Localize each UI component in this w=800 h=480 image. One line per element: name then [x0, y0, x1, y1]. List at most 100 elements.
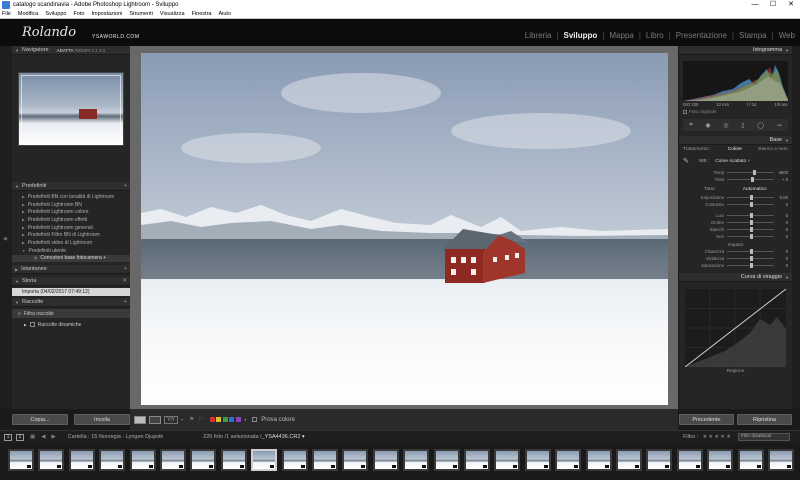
navigator-viewport-frame[interactable]: [21, 75, 121, 143]
slider-track[interactable]: [727, 249, 774, 254]
dropdown-arrow-icon[interactable]: ▾: [181, 417, 183, 422]
tone-curve-header[interactable]: Curva di viraggio ▼: [679, 273, 792, 282]
history-step[interactable]: Importa (04/02/2017 07:49:12): [12, 288, 130, 297]
eyedropper-icon[interactable]: ✎: [683, 157, 689, 165]
slider-track[interactable]: [727, 234, 774, 239]
filmstrip-thumbnail[interactable]: [555, 449, 582, 471]
filter-select[interactable]: Filtri disattivati: [738, 433, 790, 441]
filmstrip-thumbnail[interactable]: [707, 449, 734, 471]
vibrance-slider[interactable]: Vividezza 0: [679, 255, 792, 262]
preset-folder[interactable]: ▼ Predefiniti utente: [12, 247, 130, 255]
slider-value[interactable]: 0: [774, 234, 788, 239]
filter-collections-field[interactable]: ⌕ Filtra raccolte: [12, 309, 130, 319]
filmstrip-thumbnail[interactable]: [403, 449, 430, 471]
slider-value[interactable]: 0: [774, 249, 788, 254]
tone-curve-graph[interactable]: [684, 288, 787, 368]
crop-tool-icon[interactable]: ⌗: [689, 122, 692, 129]
module-presentazione[interactable]: Presentazione: [671, 31, 732, 40]
histogram-chart[interactable]: [683, 61, 788, 101]
original-photo-toggle[interactable]: Foto originale: [683, 109, 788, 114]
filmstrip-thumbnail[interactable]: [129, 449, 156, 471]
add-collection-icon[interactable]: +: [124, 299, 127, 305]
filmstrip-thumbnail[interactable]: [616, 449, 642, 471]
slider-knob[interactable]: [749, 234, 753, 239]
filmstrip-thumbnail[interactable]: [251, 449, 278, 471]
menu-strumenti[interactable]: Strumenti: [129, 11, 153, 17]
filmstrip-thumbnail[interactable]: [220, 449, 247, 471]
navigator-preview[interactable]: [18, 72, 124, 146]
preset-folder[interactable]: ▶ Predefiniti Lightroom BN: [12, 201, 130, 209]
temp-slider[interactable]: Temp 4600: [679, 169, 792, 176]
loupe-photo[interactable]: [141, 53, 668, 405]
purple-label-icon[interactable]: [235, 417, 241, 422]
right-panel-toggle[interactable]: [792, 46, 800, 409]
tint-slider[interactable]: Tinta + 5: [679, 176, 792, 183]
current-filename[interactable]: _YSA4436.CR2 ▾: [262, 434, 305, 440]
slider-knob[interactable]: [751, 177, 755, 182]
navigator-header[interactable]: ▼ Navigatore ADATTA RIEMPI 1:1 2:1: [12, 46, 130, 55]
preset-folder[interactable]: ▶ Predefiniti BN con tonalità di Lightroo…: [12, 193, 130, 201]
wb-select[interactable]: Come scattato ÷: [715, 159, 750, 164]
preset-item[interactable]: ▤ Correzioni base fotocamera +: [12, 254, 130, 263]
filmstrip-thumbnail[interactable]: [312, 449, 338, 471]
whites-slider[interactable]: Bianchi 0: [679, 226, 792, 233]
filmstrip-thumbnail[interactable]: [99, 449, 126, 471]
exposure-slider[interactable]: Esposizione 0,00: [679, 194, 792, 201]
adjustment-brush-icon[interactable]: ⊸: [777, 122, 782, 129]
filmstrip-thumbnail[interactable]: [737, 449, 764, 471]
slider-knob[interactable]: [749, 213, 753, 218]
filmstrip-thumbnail[interactable]: [342, 449, 369, 471]
filmstrip-thumbnail[interactable]: [768, 449, 794, 471]
preset-folder[interactable]: ▶ Predefiniti Filtro BN di Lightroom: [12, 231, 130, 239]
rating-filter[interactable]: ★★★★★: [702, 434, 732, 440]
menu-foto[interactable]: Foto: [73, 11, 84, 17]
zoom-fit[interactable]: ADATTA: [57, 48, 74, 53]
forward-arrow-icon[interactable]: ▶: [51, 434, 55, 440]
spot-removal-icon[interactable]: ◉: [705, 122, 710, 129]
slider-track[interactable]: [727, 202, 774, 207]
yellow-label-icon[interactable]: [216, 417, 222, 422]
filmstrip-thumbnail[interactable]: [8, 449, 34, 471]
menu-file[interactable]: File: [2, 11, 11, 17]
before-after-button[interactable]: [149, 415, 161, 424]
filmstrip-thumbnail[interactable]: [372, 449, 399, 471]
filmstrip-thumbnail[interactable]: [160, 449, 186, 471]
menu-modifica[interactable]: Modifica: [18, 11, 38, 17]
grid-view-icon[interactable]: ▦: [30, 434, 35, 440]
menu-impostazioni[interactable]: Impostazioni: [91, 11, 122, 17]
slider-value[interactable]: 0: [774, 220, 788, 225]
second-window-button[interactable]: 2: [16, 433, 24, 441]
slider-knob[interactable]: [752, 170, 756, 175]
module-sviluppo[interactable]: Sviluppo: [559, 31, 603, 40]
slider-value[interactable]: 0,00: [774, 195, 788, 200]
history-header[interactable]: ▼ Storia ✕: [12, 277, 130, 287]
minimize-button[interactable]: —: [746, 0, 764, 10]
slider-value[interactable]: 0: [774, 213, 788, 218]
tint-value[interactable]: + 5: [774, 177, 788, 182]
treatment-bw[interactable]: Bianco e nero: [758, 147, 788, 152]
slider-value[interactable]: 0: [774, 227, 788, 232]
filmstrip-thumbnail[interactable]: [585, 449, 612, 471]
original-photo-checkbox[interactable]: [683, 109, 687, 114]
red-label-icon[interactable]: [209, 417, 215, 422]
shadows-slider[interactable]: Ombre 0: [679, 219, 792, 226]
slider-track[interactable]: [727, 256, 774, 261]
reset-button[interactable]: Ripristina: [737, 414, 792, 425]
dropdown-arrow-icon[interactable]: ▾: [244, 417, 246, 422]
main-window-button[interactable]: 1: [4, 433, 12, 441]
smart-collections-item[interactable]: ▶ Raccolte dinamiche: [12, 320, 130, 329]
preset-folder[interactable]: ▶ Predefiniti video di Lightroom: [12, 239, 130, 247]
reject-flag-icon[interactable]: ⚐: [198, 416, 203, 423]
filmstrip-thumbnail[interactable]: [190, 449, 217, 471]
source-path[interactable]: Cartella : 15 Norvegia - Lyngen Djupvik: [68, 434, 163, 440]
soft-proof-checkbox[interactable]: [252, 417, 258, 422]
slider-track[interactable]: [727, 177, 774, 182]
zoom-1-1[interactable]: 1:1: [91, 48, 97, 53]
saturation-slider[interactable]: Saturazione 0: [679, 262, 792, 269]
module-web[interactable]: Web: [774, 31, 800, 40]
slider-knob[interactable]: [749, 263, 753, 268]
slider-track[interactable]: [727, 170, 774, 175]
temp-value[interactable]: 4600: [774, 170, 788, 175]
add-snapshot-icon[interactable]: +: [124, 266, 127, 272]
auto-tone-button[interactable]: Automatico: [743, 187, 767, 192]
